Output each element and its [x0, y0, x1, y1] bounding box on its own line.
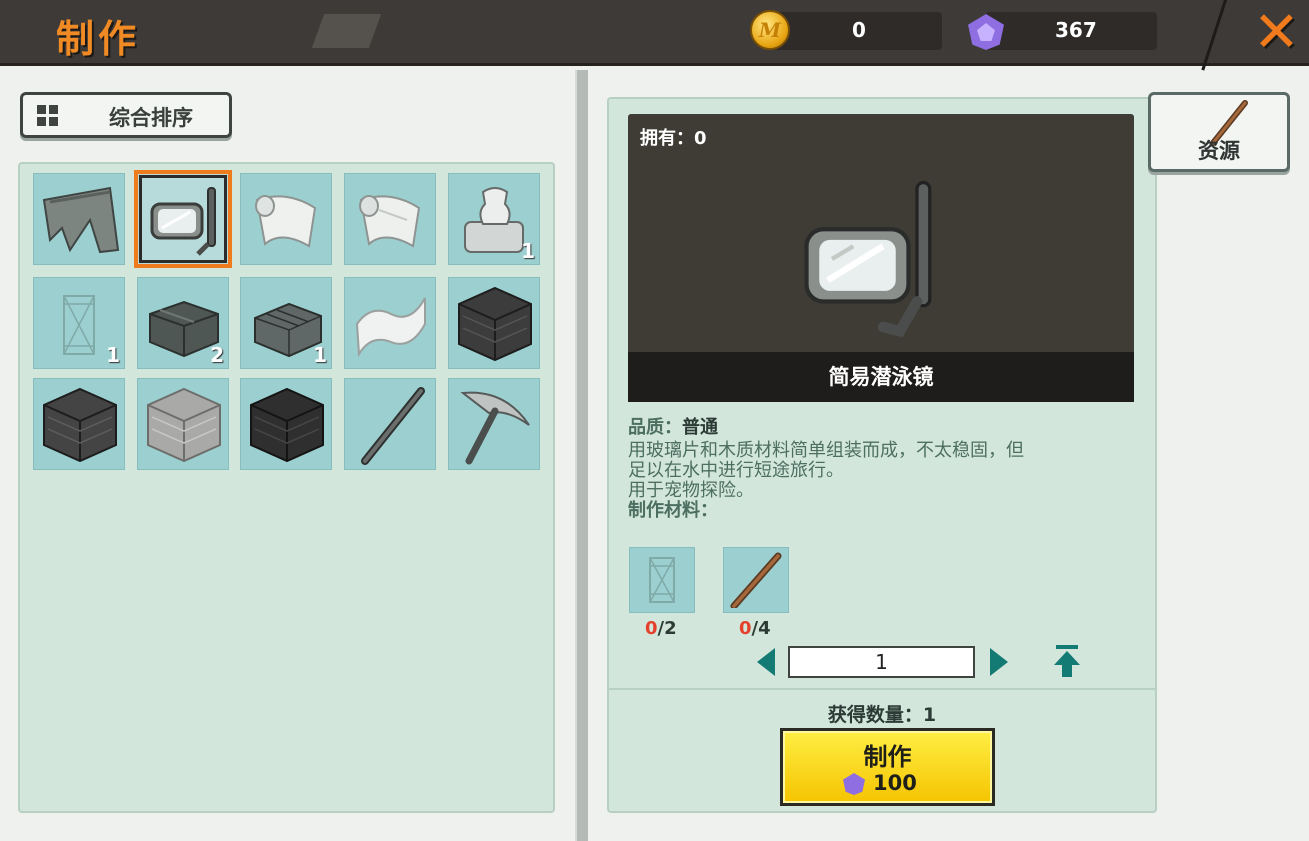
item-preview: 拥有：0 简易潜泳镜 — [628, 114, 1134, 402]
craft-button[interactable]: 制作 100 — [780, 728, 995, 806]
craft-cost: 100 — [873, 771, 917, 795]
resources-label: 资源 — [1198, 139, 1240, 163]
goggles-icon — [150, 187, 216, 256]
inventory-slot-dark-block-3[interactable] — [240, 378, 332, 470]
inventory-slot-grey-block[interactable] — [137, 378, 229, 470]
cloth-roll-icon — [359, 195, 421, 248]
wing-icon — [42, 186, 120, 254]
inventory-slot-stick[interactable] — [344, 378, 436, 470]
increase-quantity-icon[interactable] — [990, 648, 1008, 676]
inventory-slot-stone-brick-2[interactable]: 1 — [240, 277, 332, 369]
inventory-slot-cloth-roll[interactable] — [240, 173, 332, 265]
gem-icon — [843, 773, 865, 795]
cloth-roll-icon — [255, 195, 317, 248]
material-count: 0/2 — [645, 618, 677, 639]
inventory-slot-stone-brick[interactable]: 2 — [137, 277, 229, 369]
quantity-input[interactable] — [788, 646, 975, 678]
material-count: 0/4 — [739, 618, 771, 639]
coin-icon: M — [750, 10, 790, 50]
resources-button[interactable]: 资源 — [1148, 92, 1290, 172]
inventory-slot-dark-block[interactable] — [448, 277, 540, 369]
item-name-bar: 简易潜泳镜 — [628, 352, 1134, 402]
pickaxe-icon — [460, 391, 530, 465]
sort-button[interactable]: 综合排序 — [20, 92, 232, 138]
gem-counter: 367 — [985, 12, 1157, 50]
dark-block-icon — [458, 286, 532, 362]
dark-block-icon — [250, 387, 324, 463]
top-bar: 制作 0 M 367 ✕ — [0, 0, 1309, 66]
close-button[interactable]: ✕ — [1209, 0, 1309, 66]
description-line: 用玻璃片和木质材料简单组装而成，不太稳固，但 — [628, 440, 1024, 461]
craft-label: 制作 — [863, 743, 912, 771]
inventory-slot-dark-block-2[interactable] — [33, 378, 125, 470]
glass-pane-icon — [649, 557, 675, 603]
close-icon[interactable]: ✕ — [1253, 0, 1300, 66]
sort-label: 综合排序 — [109, 106, 193, 130]
page-title: 制作 — [56, 17, 141, 61]
material-slot-glass-pane[interactable] — [629, 547, 695, 613]
gain-quantity: 获得数量：1 — [827, 704, 937, 726]
grey-block-icon — [147, 387, 221, 463]
inventory-slot-pickaxe[interactable] — [448, 378, 540, 470]
quality-value: 普通 — [682, 417, 718, 438]
wooden-stick-icon — [730, 552, 782, 608]
inventory-slot-glass-pane[interactable]: 1 — [33, 277, 125, 369]
gem-amount: 367 — [1055, 18, 1097, 42]
dark-block-icon — [43, 387, 117, 463]
panel-divider — [575, 70, 588, 841]
inventory-slot-paper[interactable] — [344, 277, 436, 369]
owned-count: 拥有：0 — [640, 128, 707, 149]
diving-goggles-preview-icon — [804, 180, 932, 338]
material-slot-wooden-stick[interactable] — [723, 547, 789, 613]
inventory-slot-diving-goggles[interactable] — [134, 170, 232, 268]
materials-label: 制作材料： — [628, 500, 718, 521]
quality-label: 品质： — [628, 417, 682, 438]
stick-icon — [361, 387, 425, 465]
paper-icon — [355, 297, 426, 358]
inventory-slot-pottery[interactable]: 1 — [448, 173, 540, 265]
inventory-slot-wing[interactable] — [33, 173, 125, 265]
inventory-slot-cloth-roll-2[interactable] — [344, 173, 436, 265]
grid-icon — [37, 105, 59, 127]
divider — [609, 688, 1155, 690]
item-name: 简易潜泳镜 — [828, 365, 934, 389]
coin-amount: 0 — [852, 18, 866, 42]
coin-counter: 0 — [770, 12, 942, 50]
decrease-quantity-icon[interactable] — [757, 648, 775, 676]
max-quantity-icon[interactable] — [1054, 645, 1080, 679]
description-line: 用于宠物探险。 — [628, 480, 754, 501]
item-description: 品质：普通 用玻璃片和木质材料简单组装而成，不太稳固，但 足以在水中进行短途旅行… — [628, 418, 1138, 521]
description-line: 足以在水中进行短途旅行。 — [628, 460, 844, 481]
